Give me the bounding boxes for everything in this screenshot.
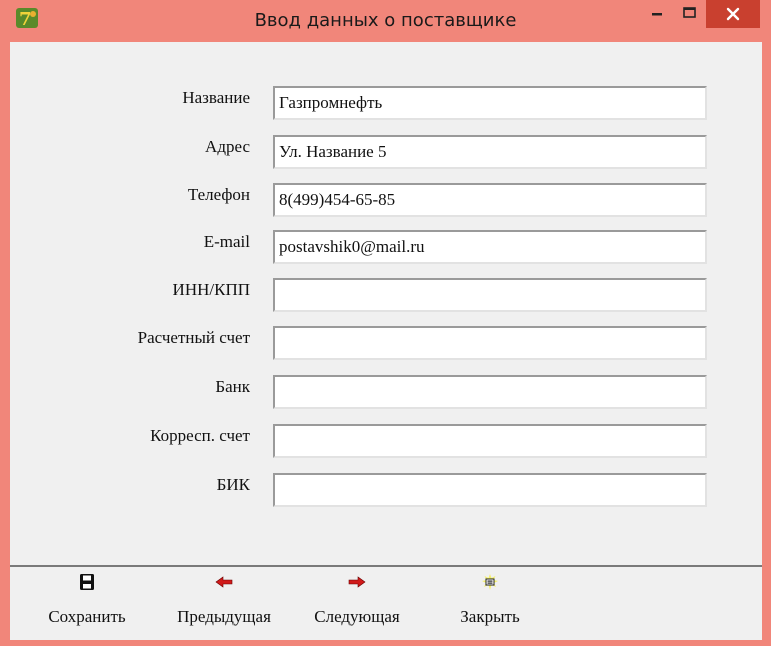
field-label-phone: Телефон (187, 185, 250, 204)
field-label-bank: Банк (215, 377, 250, 396)
field-label-corr-account: Корресп. счет (150, 426, 250, 445)
minimize-button[interactable] (644, 0, 670, 26)
field-label-name: Название (182, 88, 250, 107)
field-label-inn-kpp: ИНН/КПП (172, 280, 250, 299)
field-label-bik: БИК (216, 475, 250, 494)
arrow-right-icon (348, 576, 366, 588)
form-row-address: Адрес (10, 135, 762, 175)
title-bar[interactable]: 7 Ввод данных о поставщике (0, 0, 771, 42)
arrow-left-icon (215, 576, 233, 588)
close-icon (726, 7, 740, 21)
door-exit-icon (482, 574, 498, 590)
save-button[interactable]: Сохранить (32, 569, 142, 635)
form-row-corr-account: Корресп. счет (10, 424, 762, 464)
bank-input[interactable] (273, 375, 707, 409)
form-row-account: Расчетный счет (10, 326, 762, 366)
next-label: Следующая (314, 607, 400, 626)
form-row-phone: Телефон (10, 183, 762, 223)
supplier-dialog-window: 7 Ввод данных о поставщике Название Адре… (0, 0, 771, 646)
field-label-account: Расчетный счет (137, 328, 250, 347)
form-row-bik: БИК (10, 473, 762, 513)
account-input[interactable] (273, 326, 707, 360)
previous-label: Предыдущая (177, 607, 271, 626)
save-label: Сохранить (48, 607, 126, 626)
name-input[interactable] (273, 86, 707, 120)
phone-input[interactable] (273, 183, 707, 217)
bik-input[interactable] (273, 473, 707, 507)
form-row-inn-kpp: ИНН/КПП (10, 278, 762, 318)
close-window-button[interactable] (706, 0, 760, 28)
address-input[interactable] (273, 135, 707, 169)
close-label: Закрыть (460, 607, 520, 626)
next-button[interactable]: Следующая (298, 569, 416, 635)
floppy-disk-icon (80, 574, 94, 590)
corr-account-input[interactable] (273, 424, 707, 458)
form-row-email: E-mail (10, 230, 762, 270)
form-client-area: Название Адрес Телефон E-mail ИНН/КПП Ра… (10, 42, 762, 640)
email-input[interactable] (273, 230, 707, 264)
form-row-bank: Банк (10, 375, 762, 415)
bottom-toolbar: Сохранить Предыдущая Следующая Закрыть (10, 565, 762, 640)
maximize-button[interactable] (676, 0, 702, 26)
field-label-email: E-mail (203, 232, 250, 251)
close-button[interactable]: Закрыть (440, 569, 540, 635)
field-label-address: Адрес (205, 137, 250, 156)
inn-kpp-input[interactable] (273, 278, 707, 312)
form-row-name: Название (10, 86, 762, 126)
previous-button[interactable]: Предыдущая (157, 569, 291, 635)
